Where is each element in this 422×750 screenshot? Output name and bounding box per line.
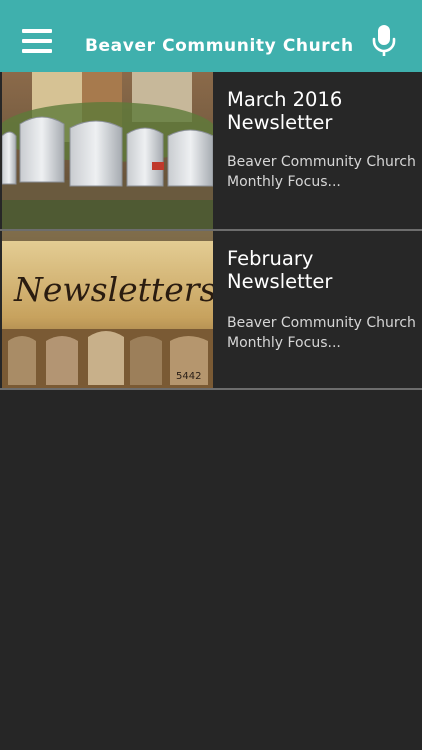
item-description: Beaver Community Church Monthly Focus... (227, 315, 416, 351)
menu-icon-bar (22, 39, 52, 43)
list-item[interactable]: 5442 Newsletters February Newsletter Bea… (0, 231, 422, 390)
microphone-icon (372, 25, 396, 56)
newsletters-thumbnail: 5442 Newsletters (2, 231, 213, 388)
list-item[interactable]: March 2016 Newsletter Beaver Community C… (0, 72, 422, 231)
menu-icon-bar (22, 29, 52, 33)
item-title: March 2016 Newsletter (227, 88, 343, 134)
app-header: Beaver Community Church (0, 0, 422, 72)
mailboxes-thumbnail (2, 72, 213, 229)
menu-icon-bar (22, 49, 52, 53)
item-title: February Newsletter (227, 247, 333, 293)
newsletter-list: March 2016 Newsletter Beaver Community C… (0, 72, 422, 390)
app-title: Beaver Community Church (85, 36, 354, 56)
mailbox-number: 5442 (176, 371, 201, 382)
microphone-button[interactable] (370, 24, 398, 58)
menu-button[interactable] (22, 29, 52, 53)
item-description: Beaver Community Church Monthly Focus... (227, 154, 416, 190)
newsletters-image-text: Newsletters (13, 270, 213, 309)
